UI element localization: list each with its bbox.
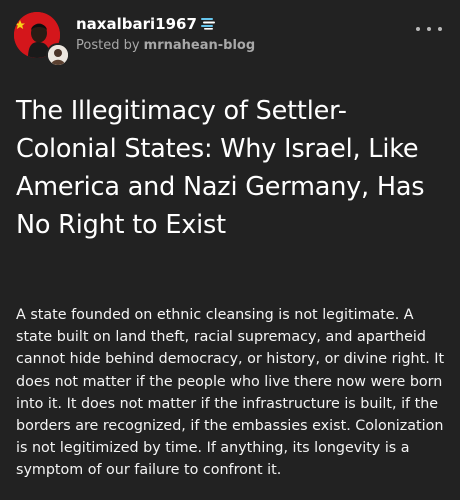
- post-title: The Illegitimacy of Settler-Colonial Sta…: [16, 96, 425, 240]
- dot: [438, 27, 442, 31]
- posted-by-prefix: Posted by: [76, 38, 140, 53]
- more-options-icon[interactable]: [416, 22, 442, 36]
- blog-badge-icon: [200, 18, 215, 30]
- posted-by-line: Posted by mrnahean-blog: [76, 38, 255, 53]
- username[interactable]: naxalbari1967: [76, 15, 216, 33]
- dot: [427, 27, 431, 31]
- person-icon: [48, 45, 68, 65]
- post-header: naxalbari1967 Posted by mrnahean-blog: [14, 12, 446, 67]
- posted-by-blog-link[interactable]: mrnahean-blog: [144, 38, 255, 53]
- post-body: A state founded on ethnic cleansing is n…: [16, 307, 445, 479]
- dot: [416, 27, 420, 31]
- reblogger-avatar[interactable]: [46, 43, 70, 67]
- username-text[interactable]: naxalbari1967: [76, 15, 197, 33]
